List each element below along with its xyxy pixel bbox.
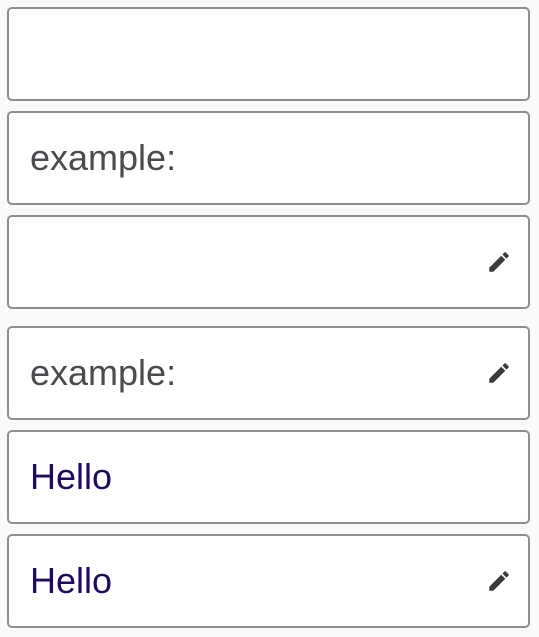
text-field-editable-empty[interactable] [7,215,530,309]
field-value: Hello [30,560,113,601]
text-field-editable-with-value[interactable]: Hello [7,534,530,628]
field-placeholder: example: [30,352,177,393]
text-field-with-value[interactable]: Hello [7,430,530,524]
pencil-icon[interactable] [486,360,512,386]
text-field-empty[interactable] [7,7,530,101]
pencil-icon[interactable] [486,249,512,275]
text-field-editable-with-placeholder[interactable]: example: [7,326,530,420]
field-placeholder: example: [30,137,177,178]
field-value: Hello [30,456,113,497]
pencil-icon[interactable] [486,568,512,594]
text-field-with-placeholder[interactable]: example: [7,111,530,205]
